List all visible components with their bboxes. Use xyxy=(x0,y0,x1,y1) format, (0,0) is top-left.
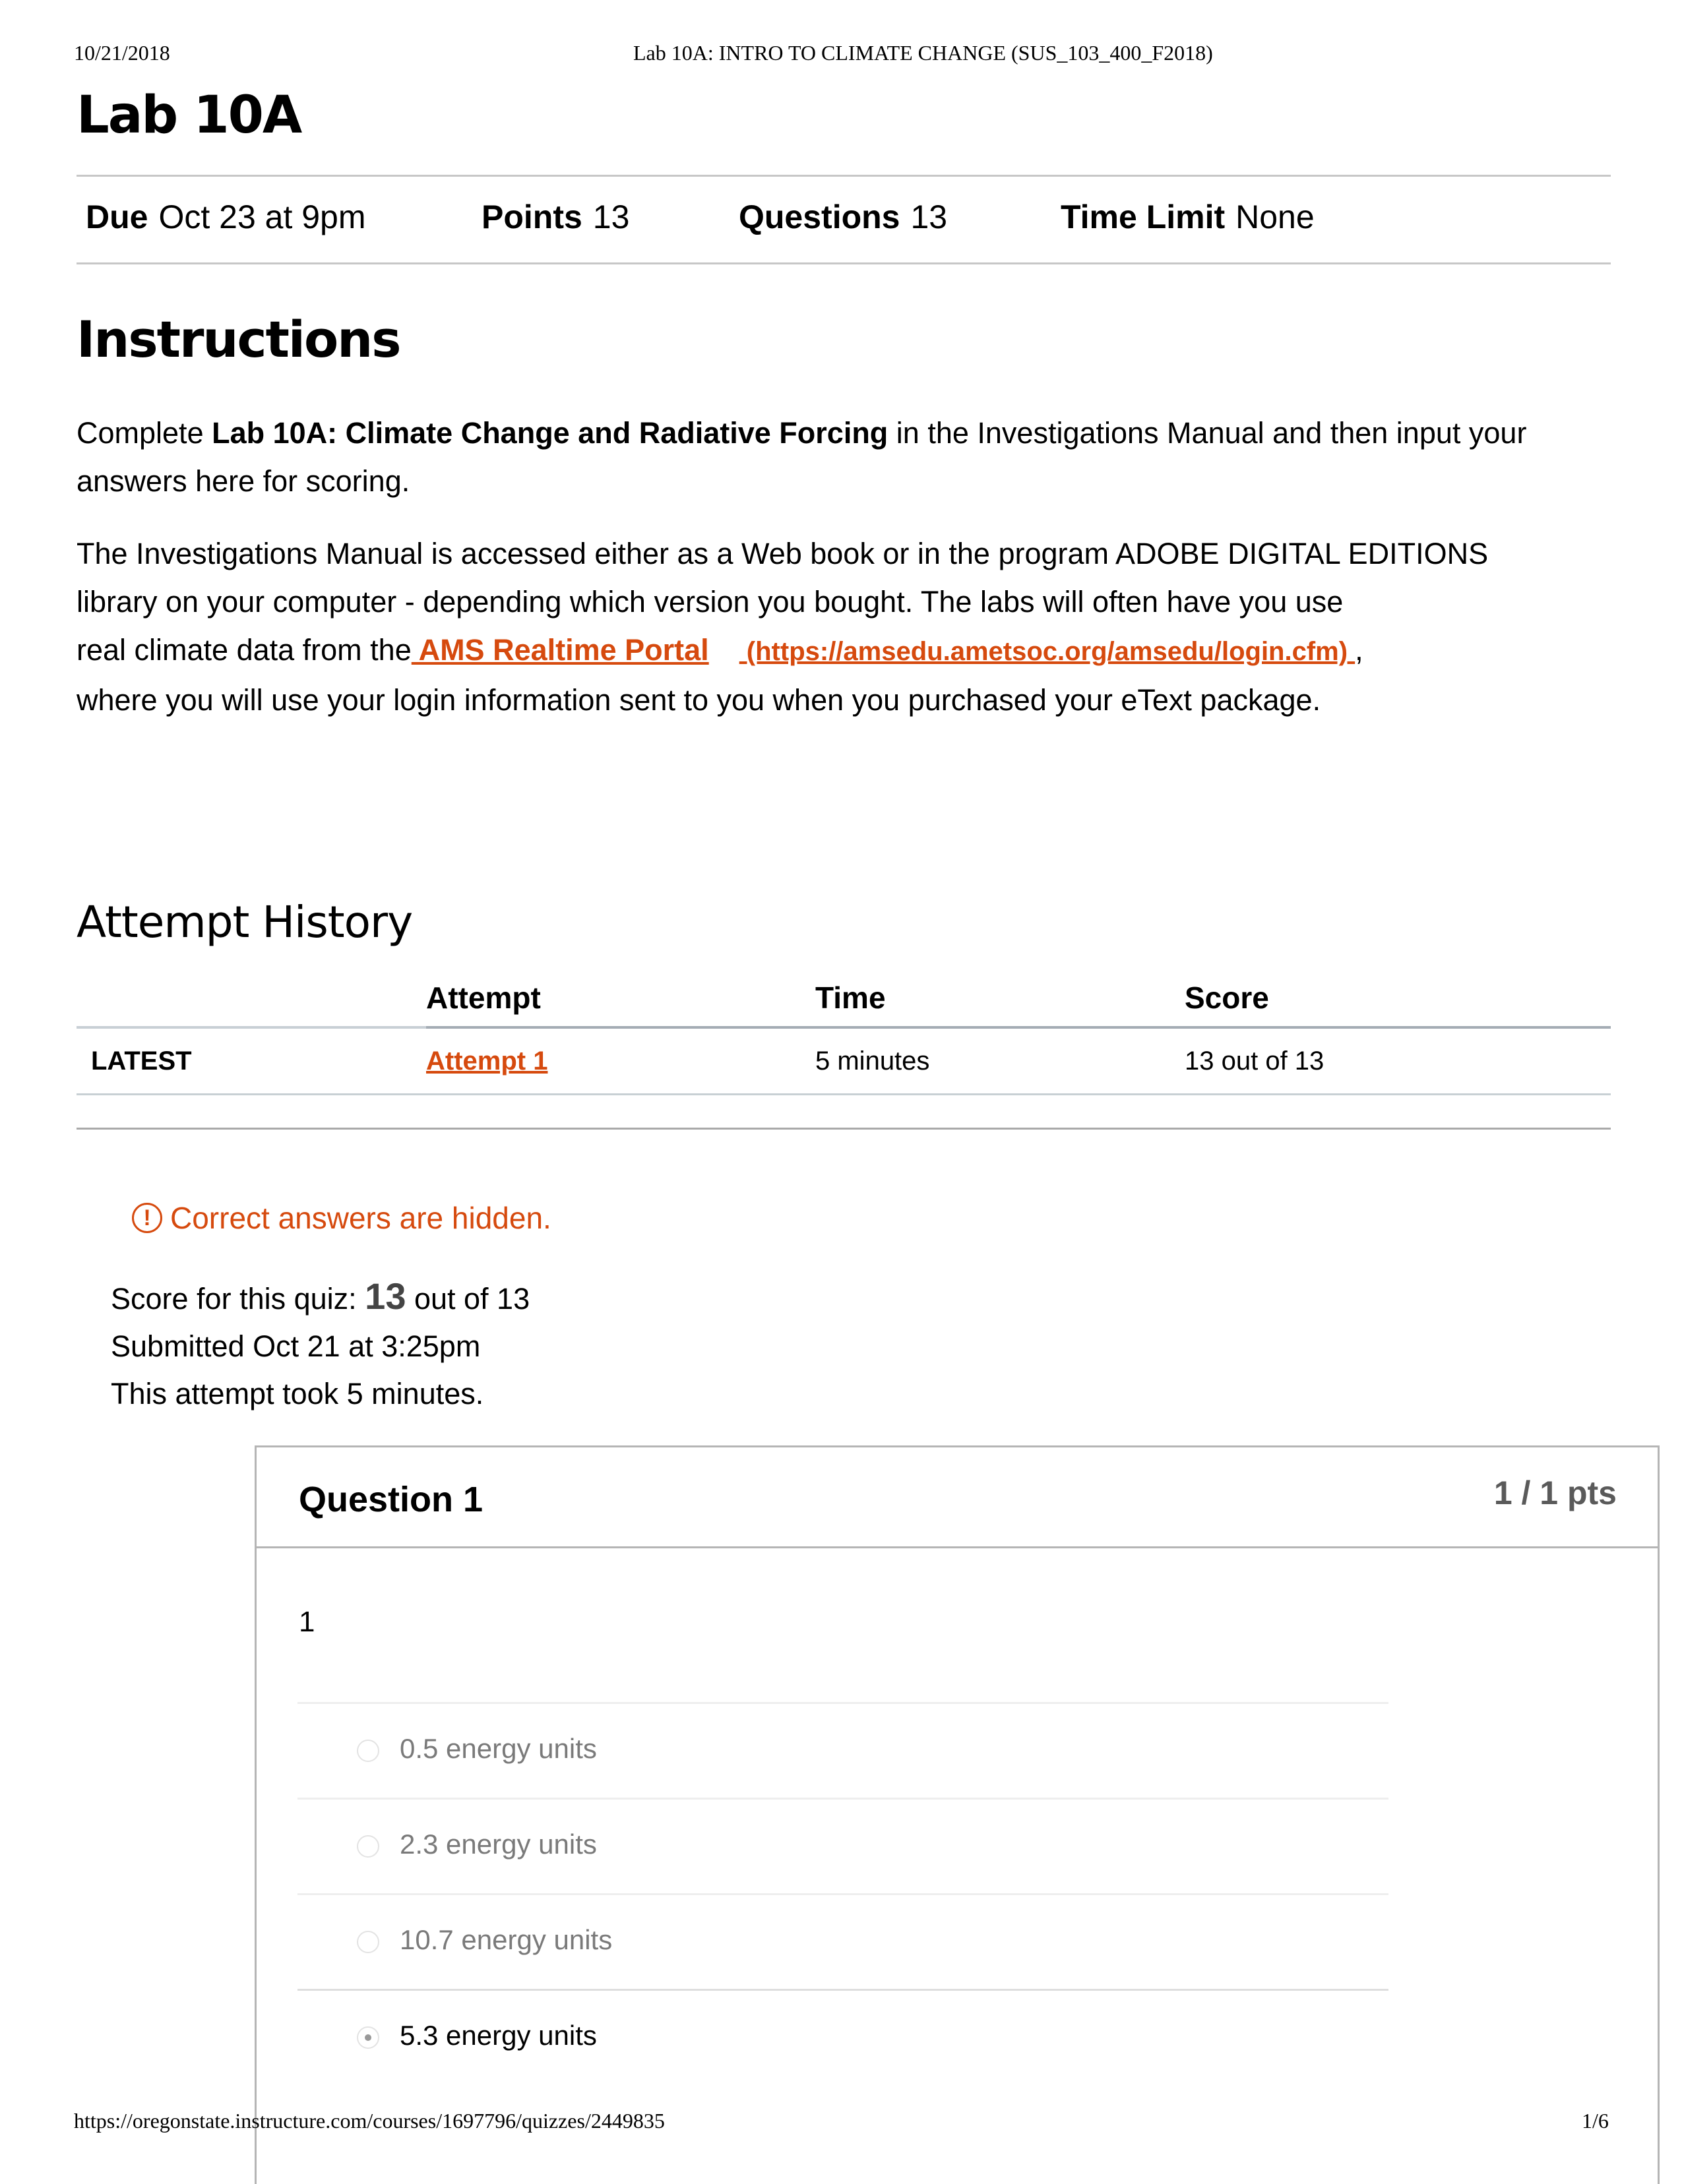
attempt-time: 5 minutes xyxy=(815,1027,1185,1095)
answer-option-selected[interactable]: 5.3 energy units xyxy=(297,1989,1388,2084)
attempt-link[interactable]: Attempt 1 xyxy=(426,1046,547,1076)
instructions-heading: Instructions xyxy=(77,310,402,369)
answers-hidden-notice: ! Correct answers are hidden. xyxy=(132,1200,551,1236)
print-date: 10/21/2018 xyxy=(74,41,170,65)
instructions-paragraph-2: The Investigations Manual is accessed ei… xyxy=(77,537,1489,717)
question-text: 1 xyxy=(299,1606,315,1638)
table-row: LATEST Attempt 1 5 minutes 13 out of 13 xyxy=(77,1027,1611,1095)
meta-time-limit: Time Limit None xyxy=(1061,198,1315,235)
meta-questions: Questions 13 xyxy=(739,198,948,235)
latest-tag: LATEST xyxy=(77,1027,426,1095)
radio-button[interactable] xyxy=(357,1740,379,1762)
page-title: Lab 10A xyxy=(77,86,302,145)
attempt-duration: This attempt took 5 minutes. xyxy=(111,1377,484,1410)
column-header-time: Time xyxy=(815,969,1185,1029)
table-header-row: Attempt Time Score xyxy=(77,969,1611,1029)
answer-option[interactable]: 0.5 energy units xyxy=(297,1702,1388,1798)
attempt-history-heading: Attempt History xyxy=(77,897,413,948)
radio-button-checked[interactable] xyxy=(357,2026,379,2049)
question-header: Question 1 1 / 1 pts xyxy=(257,1447,1658,1548)
column-header-score: Score xyxy=(1185,969,1611,1029)
answer-list: 0.5 energy units 2.3 energy units 10.7 e… xyxy=(297,1702,1388,2084)
column-header-tag xyxy=(77,969,426,1029)
attempt-score: 13 out of 13 xyxy=(1185,1027,1611,1095)
score-summary: Score for this quiz: 13 out of 13 Submit… xyxy=(111,1273,530,1418)
instructions-paragraph-1: Complete Lab 10A: Climate Change and Rad… xyxy=(77,416,1527,498)
warning-icon: ! xyxy=(132,1203,162,1233)
column-header-attempt: Attempt xyxy=(426,969,815,1029)
question-points: 1 / 1 pts xyxy=(1493,1474,1617,1511)
meta-points: Points 13 xyxy=(482,198,630,235)
quiz-score: Score for this quiz: 13 out of 13 xyxy=(111,1275,530,1317)
score-value: 13 xyxy=(365,1275,406,1317)
divider xyxy=(77,1128,1611,1130)
submitted-time: Submitted Oct 21 at 3:25pm xyxy=(111,1329,481,1363)
answer-option[interactable]: 10.7 energy units xyxy=(297,1893,1388,1989)
radio-button[interactable] xyxy=(357,1835,379,1858)
question-title: Question 1 xyxy=(299,1480,483,1519)
meta-due: Due Oct 23 at 9pm xyxy=(86,198,366,235)
print-doc-title: Lab 10A: INTRO TO CLIMATE CHANGE (SUS_10… xyxy=(633,41,1213,65)
ams-portal-url-link[interactable]: (https://amsedu.ametsoc.org/amsedu/login… xyxy=(739,637,1355,666)
radio-button[interactable] xyxy=(357,1931,379,1953)
answer-option[interactable]: 2.3 energy units xyxy=(297,1798,1388,1893)
ams-portal-link[interactable]: AMS Realtime Portal xyxy=(412,633,709,667)
page-number: 1/6 xyxy=(1582,2109,1609,2133)
divider xyxy=(77,262,1611,264)
divider xyxy=(77,175,1611,177)
print-url: https://oregonstate.instructure.com/cour… xyxy=(74,2109,665,2133)
attempt-history-table: Attempt Time Score LATEST Attempt 1 5 mi… xyxy=(77,969,1611,1095)
question-card: Question 1 1 / 1 pts 1 0.5 energy units … xyxy=(255,1445,1660,2184)
